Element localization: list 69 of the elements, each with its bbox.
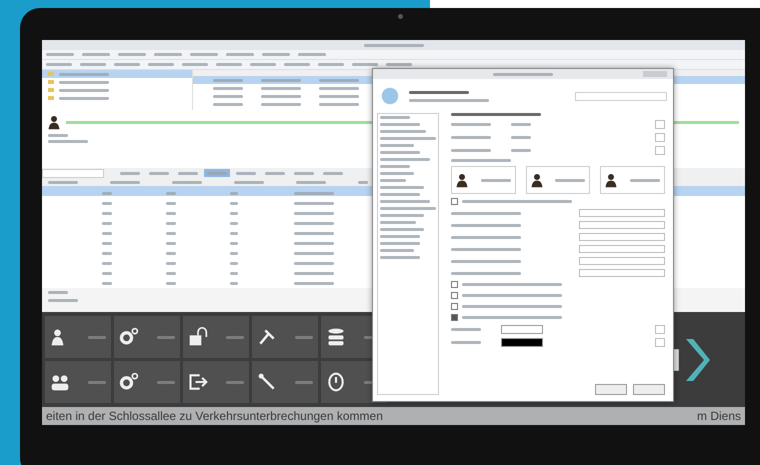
blurred-text <box>190 53 218 56</box>
database-icon <box>326 327 346 347</box>
ticker-text: eiten in der Schlossallee zu Verkehrsunterbrechungen kommen <box>46 409 383 423</box>
checkbox[interactable] <box>451 314 458 321</box>
avatar-card[interactable] <box>526 166 590 194</box>
tile-button[interactable] <box>183 316 249 358</box>
dropdown-field[interactable] <box>579 233 665 241</box>
checkbox[interactable] <box>451 281 458 288</box>
dropdown-field[interactable] <box>579 209 665 217</box>
blurred-text <box>493 72 553 76</box>
gears-icon <box>119 372 139 392</box>
blurred-text <box>154 53 182 56</box>
hammer-icon <box>257 327 277 347</box>
checkbox[interactable] <box>451 303 458 310</box>
blurred-text <box>364 44 424 46</box>
blurred-text <box>80 63 106 66</box>
exit-icon <box>188 372 208 392</box>
dialog-button[interactable] <box>595 384 627 395</box>
blurred-text <box>114 63 140 66</box>
ticker-text: m Diens <box>696 409 741 423</box>
tab[interactable] <box>204 169 230 177</box>
search-field[interactable] <box>42 168 104 178</box>
dropdown-field[interactable] <box>575 92 667 100</box>
blurred-text <box>48 140 88 143</box>
pin-icon <box>257 372 277 392</box>
person-silhouette-icon <box>530 171 543 189</box>
checkbox[interactable] <box>451 292 458 299</box>
tile-button[interactable] <box>45 316 111 358</box>
person-silhouette-icon <box>456 171 468 189</box>
tile-button[interactable] <box>252 316 318 358</box>
tile-button[interactable] <box>114 316 180 358</box>
dialog-button[interactable] <box>633 384 665 395</box>
avatar-card[interactable] <box>451 166 516 194</box>
camera-icon <box>398 14 403 19</box>
tile-button[interactable] <box>114 361 180 403</box>
color-swatch[interactable] <box>501 325 543 334</box>
avatar-card[interactable] <box>600 166 666 194</box>
blurred-text <box>148 63 174 66</box>
tree-item[interactable] <box>42 70 192 78</box>
blurred-text <box>182 63 208 66</box>
blurred-text <box>226 53 254 56</box>
blurred-text <box>118 53 146 56</box>
blurred-text <box>386 63 412 66</box>
checkbox[interactable] <box>451 198 458 205</box>
blurred-text <box>216 63 242 66</box>
blurred-text <box>262 53 290 56</box>
person-silhouette-icon <box>605 171 618 189</box>
dropdown-field[interactable] <box>579 245 665 253</box>
tile-button[interactable] <box>183 361 249 403</box>
dropdown-field[interactable] <box>579 269 665 277</box>
blurred-text <box>82 53 110 56</box>
blurred-text <box>46 63 72 66</box>
blurred-text <box>46 53 74 56</box>
person-silhouette-icon <box>48 114 60 130</box>
color-swatch[interactable] <box>501 338 543 347</box>
blurred-text <box>284 63 310 66</box>
blurred-text <box>298 53 326 56</box>
blurred-text <box>318 63 344 66</box>
blurred-text <box>48 134 68 137</box>
padlock-icon <box>188 327 208 347</box>
tile-button[interactable] <box>45 361 111 403</box>
gears-icon <box>119 327 139 347</box>
tile-button[interactable] <box>252 361 318 403</box>
blurred-text <box>250 63 276 66</box>
dropdown-field[interactable] <box>579 257 665 265</box>
blurred-text <box>451 159 511 162</box>
blurred-text <box>352 63 378 66</box>
power-icon <box>326 372 346 392</box>
dropdown-field[interactable] <box>579 221 665 229</box>
